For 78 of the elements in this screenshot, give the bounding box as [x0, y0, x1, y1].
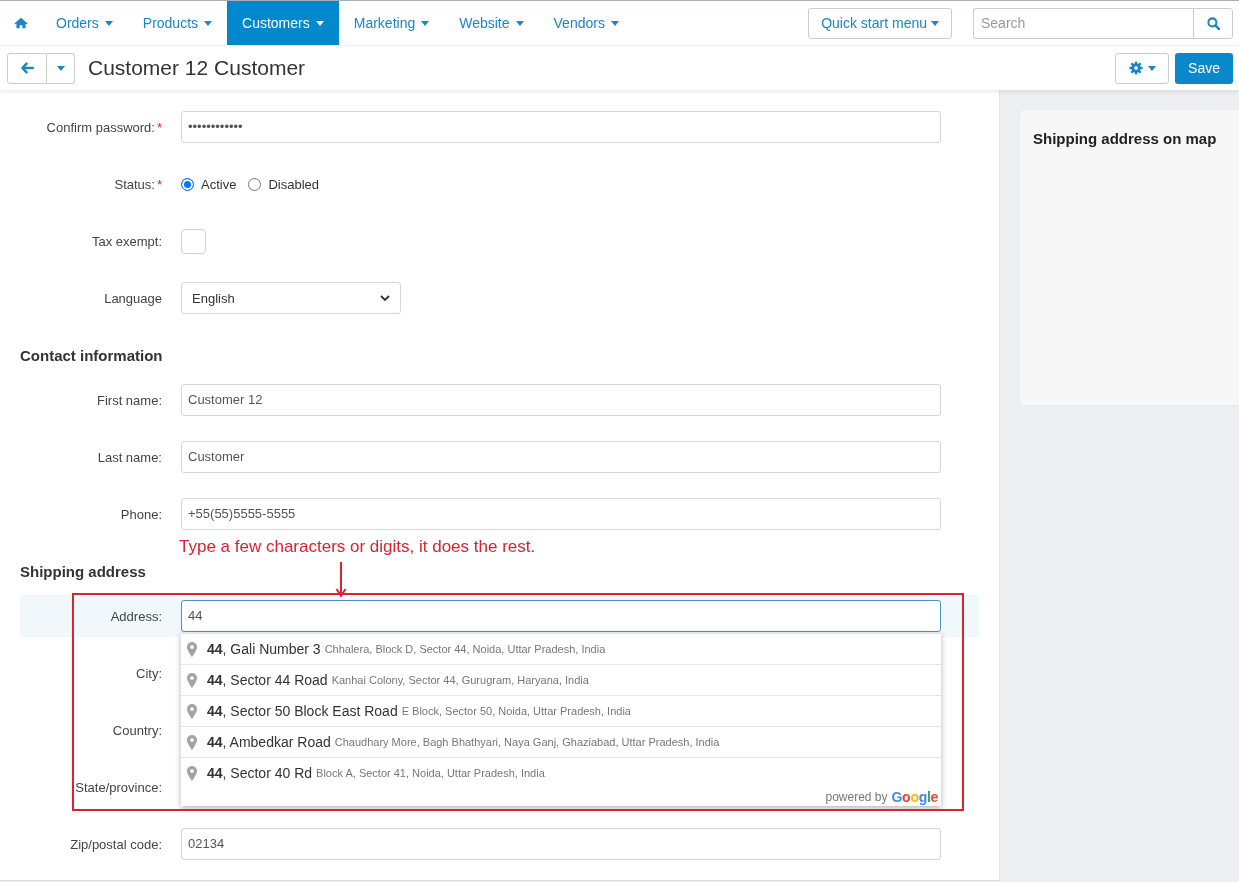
attribution-text: powered by	[825, 790, 888, 804]
chevron-down-icon	[380, 295, 390, 301]
section-heading: Contact information	[20, 346, 163, 366]
text-field[interactable]: Customer 12	[181, 384, 941, 416]
section-heading: Shipping address	[20, 562, 146, 582]
checkbox[interactable]	[181, 228, 206, 254]
map-pin-icon	[187, 734, 197, 750]
field-label: Zip/postal code:	[70, 836, 162, 852]
radio-label: Disabled	[268, 176, 319, 192]
page-title: Customer 12 Customer	[88, 56, 306, 80]
field-label: City:	[136, 665, 162, 681]
suggestion-main-text: 44, Sector 40 Rd	[207, 765, 313, 781]
field-label: State/province:	[75, 779, 162, 795]
suggestion-main-text: 44, Sector 44 Road	[207, 672, 328, 688]
field-label: Language	[104, 290, 162, 306]
caret-icon	[315, 20, 324, 26]
caret-icon	[515, 20, 524, 26]
suggestion-detail-text: Chhalera, Block D, Sector 44, Noida, Uttar Pradesh, India	[324, 643, 606, 655]
suggestion-detail-text: Block A, Sector 41, Noida, Uttar Pradesh, India	[316, 767, 545, 779]
caret-icon	[610, 20, 619, 26]
field-label: Address:	[110, 608, 162, 624]
caret-icon	[421, 20, 430, 26]
caret-icon	[204, 20, 213, 26]
text-field[interactable]: Customer	[181, 441, 941, 473]
radio-button[interactable]	[248, 177, 262, 191]
nav-tab[interactable]: Website	[444, 1, 539, 45]
gear-icon	[1128, 61, 1143, 75]
address-field[interactable]: 44	[181, 600, 941, 632]
password-field[interactable]: ••••••••••••	[181, 111, 941, 143]
field-label: Last name:	[97, 449, 162, 465]
home-icon[interactable]	[14, 17, 28, 29]
radio-label: Active	[201, 176, 237, 192]
annotation-text: Type a few characters or digits, it does the rest.	[179, 537, 536, 557]
text-field[interactable]: +55(55)5555-5555	[181, 498, 941, 530]
arrow-left-icon	[20, 62, 34, 74]
field-label: Country:	[112, 722, 162, 738]
caret-icon	[931, 20, 939, 26]
radio-button[interactable]	[181, 177, 194, 191]
suggestion-main-text: 44, Sector 50 Block East Road	[207, 703, 398, 719]
nav-tab[interactable]: Products	[127, 1, 228, 45]
field-label: First name:	[97, 392, 162, 408]
nav-tab[interactable]: Vendors	[538, 1, 634, 45]
search-button[interactable]	[1193, 7, 1233, 39]
map-pin-icon	[187, 641, 197, 657]
map-pin-icon	[187, 765, 197, 781]
suggestion-detail-text: Kanhai Colony, Sector 44, Gurugram, Haryana, India	[331, 674, 589, 686]
language-select[interactable]: English	[181, 282, 401, 314]
save-button[interactable]: Save	[1175, 52, 1233, 84]
map-pin-icon	[187, 703, 197, 719]
caret-icon	[56, 65, 65, 71]
suggestion-main-text: 44, Gali Number 3	[207, 641, 321, 657]
field-label: Tax exempt:	[91, 233, 162, 249]
down-arrow-icon	[335, 562, 347, 598]
settings-button[interactable]	[1115, 52, 1170, 84]
caret-icon	[104, 20, 113, 26]
nav-tab[interactable]: Orders	[41, 1, 128, 45]
suggestion-item[interactable]: 44, Gali Number 3 Chhalera, Block D, Sector 44, Noida, Uttar Pradesh, India	[181, 633, 941, 664]
suggestion-main-text: 44, Ambedkar Road	[207, 734, 331, 750]
suggestion-item[interactable]: 44, Sector 44 Road Kanhai Colony, Sector 44, Gurugram, Haryana, India	[181, 664, 941, 695]
map-pin-icon	[187, 672, 197, 688]
suggestion-item[interactable]: 44, Sector 50 Block East Road E Block, Sector 50, Noida, Uttar Pradesh, India	[181, 695, 941, 726]
suggestion-detail-text: Chaudhary More, Bagh Bhathyari, Naya Ganj, Ghaziabad, Uttar Pradesh, India	[334, 736, 720, 748]
nav-tab[interactable]: Marketing	[338, 1, 445, 45]
suggestion-detail-text: E Block, Sector 50, Noida, Uttar Pradesh, India	[401, 705, 631, 717]
search-icon	[1206, 16, 1220, 30]
field-label: Status:*	[114, 176, 162, 192]
caret-icon	[1147, 65, 1156, 71]
text-field[interactable]: 02134	[181, 828, 941, 860]
dropdown-toggle[interactable]	[47, 52, 75, 84]
nav-tab[interactable]: Customers	[227, 1, 339, 45]
suggestion-item[interactable]: 44, Sector 40 Rd Block A, Sector 41, Noida, Uttar Pradesh, India	[181, 757, 941, 788]
suggestion-item[interactable]: 44, Ambedkar Road Chaudhary More, Bagh Bhathyari, Naya Ganj, Ghaziabad, Uttar Pradesh, India	[181, 726, 941, 757]
field-label: Confirm password:*	[46, 119, 162, 135]
quick-start-menu-button[interactable]: Quick start menu	[808, 7, 952, 39]
panel-title: Shipping address on map	[1033, 130, 1218, 147]
back-button[interactable]	[7, 52, 47, 84]
attribution-logo: Google	[891, 789, 938, 805]
field-label: Phone:	[120, 506, 162, 522]
